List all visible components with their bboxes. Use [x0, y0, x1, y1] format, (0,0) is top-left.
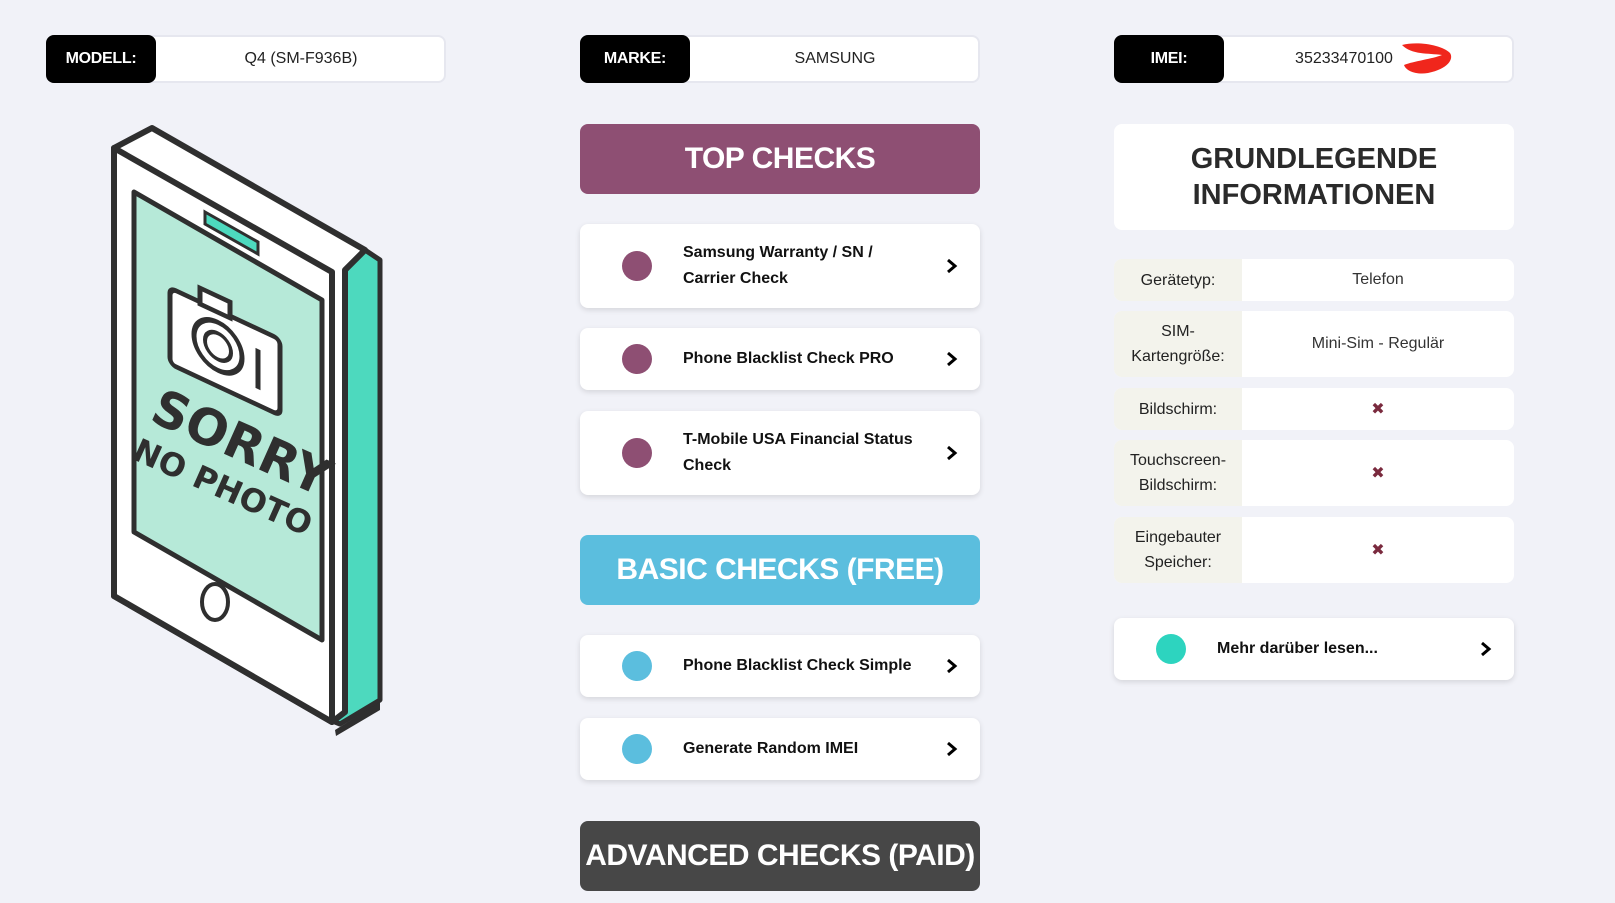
- info-key-line2: Bildschirm:: [1138, 477, 1218, 494]
- check-label: Phone Blacklist Check PRO: [683, 350, 894, 367]
- bullet-dot: [622, 438, 652, 468]
- info-row-sim-size: SIM- Kartengröße: Mini-Sim - Regulär: [1114, 311, 1514, 377]
- bullet-dot: [622, 734, 652, 764]
- basic-info-title: GRUNDLEGENDE INFORMATIONEN: [1114, 124, 1514, 230]
- advanced-checks-header: ADVANCED CHECKS (PAID): [580, 821, 980, 891]
- info-key-line1: Eingebauter: [1134, 529, 1222, 546]
- chevron-right-icon: [947, 258, 958, 274]
- modell-label: MODELL:: [46, 35, 156, 83]
- read-more-label: Mehr darüber lesen...: [1217, 640, 1378, 657]
- info-value: ✖: [1242, 388, 1514, 430]
- marke-value: SAMSUNG: [794, 50, 876, 67]
- x-mark-icon: ✖: [1371, 542, 1385, 559]
- top-checks-header: TOP CHECKS: [580, 124, 980, 194]
- info-value: ✖: [1242, 517, 1514, 583]
- imei-value: 35233470100: [1295, 50, 1393, 67]
- basic-info-title-line1: GRUNDLEGENDE: [1190, 143, 1438, 175]
- info-key-line1: SIM-: [1161, 323, 1195, 340]
- x-mark-icon: ✖: [1371, 401, 1385, 418]
- modell-value: Q4 (SM-F936B): [244, 50, 358, 67]
- chevron-right-icon: [947, 445, 958, 461]
- info-key-line2: Kartengröße:: [1131, 348, 1225, 365]
- bullet-dot: [622, 344, 652, 374]
- info-key: Gerätetyp:: [1114, 259, 1242, 301]
- read-more-link[interactable]: Mehr darüber lesen...: [1114, 618, 1514, 680]
- chevron-right-icon: [1481, 641, 1492, 657]
- info-key-line2: Speicher:: [1144, 554, 1212, 571]
- info-key: Eingebauter Speicher:: [1114, 517, 1242, 583]
- check-label: T-Mobile USA Financial Status Check: [683, 431, 913, 474]
- check-item-samsung-warranty[interactable]: Samsung Warranty / SN / Carrier Check: [580, 224, 980, 308]
- imei-field: IMEI: 35233470100: [1114, 35, 1514, 83]
- check-label: Generate Random IMEI: [683, 740, 859, 757]
- check-item-blacklist-pro[interactable]: Phone Blacklist Check PRO: [580, 328, 980, 390]
- check-label: Phone Blacklist Check Simple: [683, 657, 912, 674]
- basic-checks-header: BASIC CHECKS (FREE): [580, 535, 980, 605]
- modell-field: MODELL: Q4 (SM-F936B): [46, 35, 446, 83]
- chevron-right-icon: [947, 351, 958, 367]
- info-row-device-type: Gerätetyp: Telefon: [1114, 259, 1514, 301]
- bullet-dot: [622, 651, 652, 681]
- info-key: Touchscreen- Bildschirm:: [1114, 440, 1242, 506]
- info-row-screen: Bildschirm: ✖: [1114, 388, 1514, 430]
- basic-info-title-line2: INFORMATIONEN: [1192, 179, 1436, 211]
- no-photo-illustration: SORRY NO PHOTO: [111, 125, 383, 736]
- bullet-dot: [1156, 634, 1186, 664]
- check-item-random-imei[interactable]: Generate Random IMEI: [580, 718, 980, 780]
- info-key: SIM- Kartengröße:: [1114, 311, 1242, 377]
- imei-label: IMEI:: [1114, 35, 1224, 83]
- info-row-storage: Eingebauter Speicher: ✖: [1114, 517, 1514, 583]
- redaction-scribble: [1402, 43, 1452, 74]
- bullet-dot: [622, 251, 652, 281]
- chevron-right-icon: [947, 741, 958, 757]
- check-label: Samsung Warranty / SN / Carrier Check: [683, 244, 873, 287]
- x-mark-icon: ✖: [1371, 465, 1385, 482]
- marke-field: MARKE: SAMSUNG: [580, 35, 980, 83]
- info-key-line1: Touchscreen-: [1129, 452, 1227, 469]
- check-item-blacklist-simple[interactable]: Phone Blacklist Check Simple: [580, 635, 980, 697]
- info-value: Mini-Sim - Regulär: [1311, 335, 1445, 352]
- chevron-right-icon: [947, 658, 958, 674]
- info-key: Bildschirm:: [1114, 388, 1242, 430]
- marke-label: MARKE:: [580, 35, 690, 83]
- info-value: ✖: [1242, 440, 1514, 506]
- info-value: Telefon: [1352, 271, 1404, 288]
- check-item-tmobile-financial[interactable]: T-Mobile USA Financial Status Check: [580, 411, 980, 495]
- info-row-touchscreen: Touchscreen- Bildschirm: ✖: [1114, 440, 1514, 506]
